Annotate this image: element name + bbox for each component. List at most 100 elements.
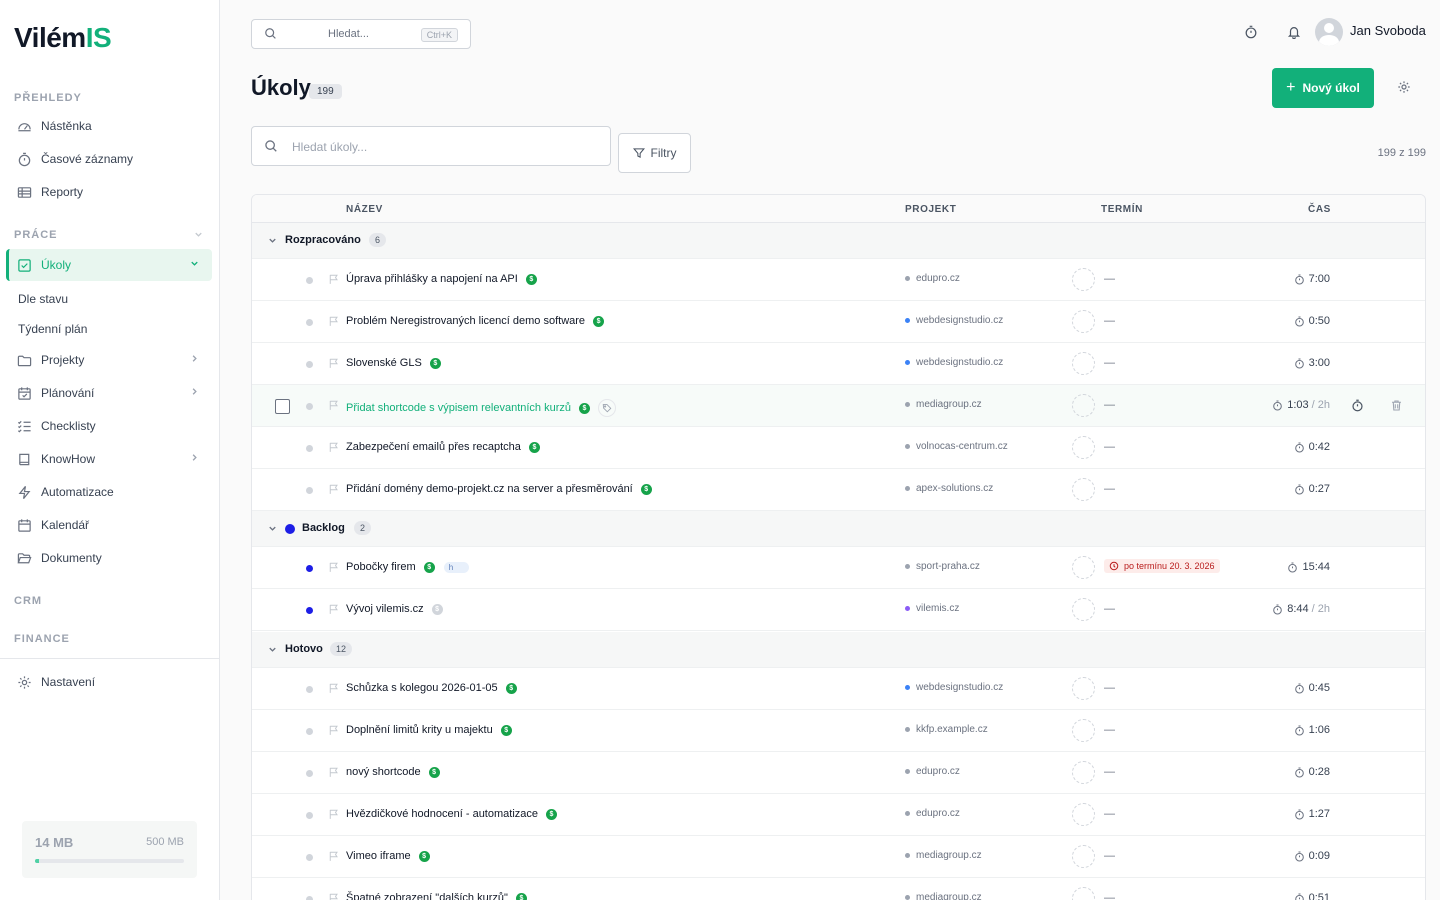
time-cell[interactable]: 1:03/ 2h xyxy=(1272,399,1330,411)
deadline-empty[interactable]: — xyxy=(1104,441,1115,453)
row-checkbox[interactable] xyxy=(275,399,290,414)
group-header[interactable]: Hotovo 12 xyxy=(252,632,1425,668)
sidebar-subitem-dle-stavu[interactable]: Dle stavu xyxy=(18,292,68,306)
sidebar-item-casove-zaznamy[interactable]: Časové záznamy xyxy=(6,143,212,175)
deadline-empty[interactable]: — xyxy=(1104,892,1115,900)
chevron-down-icon[interactable] xyxy=(267,235,278,249)
time-cell[interactable]: 1:27 xyxy=(1294,808,1330,820)
flag-icon[interactable] xyxy=(328,483,340,498)
deadline-empty[interactable]: — xyxy=(1104,603,1115,615)
bell-icon[interactable] xyxy=(1287,25,1303,41)
table-row[interactable]: Vývoj vilemis.cz $ vilemis.cz — 8:44/ 2h xyxy=(252,589,1425,631)
task-name[interactable]: Schůzka s kolegou 2026-01-05 $ xyxy=(346,682,517,694)
time-cell[interactable]: 1:06 xyxy=(1294,724,1330,736)
table-row[interactable]: Doplnění limitů krity u majektu $ kkfp.exa… xyxy=(252,710,1425,752)
deadline-empty[interactable]: — xyxy=(1104,399,1115,411)
deadline-empty[interactable]: — xyxy=(1104,766,1115,778)
flag-icon[interactable] xyxy=(328,357,340,372)
flag-icon[interactable] xyxy=(328,850,340,865)
project-cell[interactable]: mediagroup.cz xyxy=(905,850,982,861)
flag-icon[interactable] xyxy=(328,766,340,781)
section-title-crm[interactable]: CRM xyxy=(14,595,42,607)
time-cell[interactable]: 0:09 xyxy=(1294,850,1330,862)
trash-icon[interactable] xyxy=(1390,399,1403,415)
flag-icon[interactable] xyxy=(328,682,340,697)
assignee-placeholder[interactable] xyxy=(1072,887,1095,900)
flag-icon[interactable] xyxy=(328,399,340,414)
project-cell[interactable]: volnocas-centrum.cz xyxy=(905,441,1008,452)
table-row[interactable]: Schůzka s kolegou 2026-01-05 $ webdesignst… xyxy=(252,668,1425,710)
section-collapse-chevron-icon[interactable] xyxy=(193,229,204,243)
overdue-deadline-badge[interactable]: po termínu 20. 3. 2026 xyxy=(1104,559,1220,573)
project-cell[interactable]: webdesignstudio.cz xyxy=(905,682,1003,693)
assignee-placeholder[interactable] xyxy=(1072,478,1095,501)
table-row[interactable]: Úprava přihlášky a napojení na API $ edupr… xyxy=(252,259,1425,301)
time-cell[interactable]: 0:50 xyxy=(1294,315,1330,327)
task-name[interactable]: Zabezpečení emailů přes recaptcha $ xyxy=(346,441,540,453)
group-header[interactable]: Backlog 2 xyxy=(252,511,1425,547)
task-name[interactable]: Hvězdičkové hodnocení - automatizace $ xyxy=(346,808,557,820)
assignee-placeholder[interactable] xyxy=(1072,845,1095,868)
settings-gear-icon[interactable] xyxy=(1397,80,1413,96)
table-row[interactable]: Slovenské GLS $ webdesignstudio.cz — 3:00 xyxy=(252,343,1425,385)
task-name[interactable]: Přidat shortcode s výpisem relevantních … xyxy=(346,399,616,417)
deadline-empty[interactable]: — xyxy=(1104,682,1115,694)
chevron-down-icon[interactable] xyxy=(267,644,278,658)
flag-icon[interactable] xyxy=(328,561,340,576)
project-cell[interactable]: edupro.cz xyxy=(905,808,960,819)
new-task-button[interactable]: + Nový úkol xyxy=(1272,68,1374,108)
project-cell[interactable]: vilemis.cz xyxy=(905,603,959,614)
app-logo[interactable]: VilémIS xyxy=(14,22,112,54)
sidebar-item-checklisty[interactable]: Checklisty xyxy=(6,410,212,442)
deadline-empty[interactable]: — xyxy=(1104,357,1115,369)
sidebar-item-planovani[interactable]: Plánování xyxy=(6,377,212,409)
project-cell[interactable]: edupro.cz xyxy=(905,766,960,777)
deadline-empty[interactable]: — xyxy=(1104,850,1115,862)
time-cell[interactable]: 0:51 xyxy=(1294,892,1330,900)
table-row[interactable]: Přidání domény demo-projekt.cz na server… xyxy=(252,469,1425,511)
column-header-deadline[interactable]: TERMÍN xyxy=(1101,204,1143,215)
task-name[interactable]: Doplnění limitů krity u majektu $ xyxy=(346,724,512,736)
project-cell[interactable]: webdesignstudio.cz xyxy=(905,357,1003,368)
time-cell[interactable]: 0:27 xyxy=(1294,483,1330,495)
sidebar-item-kalendar[interactable]: Kalendář xyxy=(6,509,212,541)
column-header-name[interactable]: NÁZEV xyxy=(346,204,383,215)
flag-icon[interactable] xyxy=(328,892,340,900)
project-cell[interactable]: apex-solutions.cz xyxy=(905,483,993,494)
assignee-placeholder[interactable] xyxy=(1072,803,1095,826)
task-name[interactable]: Špatné zobrazení "dalších kurzů" $ xyxy=(346,892,527,900)
project-cell[interactable]: sport-praha.cz xyxy=(905,561,980,572)
sidebar-item-dokumenty[interactable]: Dokumenty xyxy=(6,542,212,574)
column-header-project[interactable]: PROJEKT xyxy=(905,204,956,215)
project-cell[interactable]: webdesignstudio.cz xyxy=(905,315,1003,326)
user-name[interactable]: Jan Svoboda xyxy=(1350,23,1426,38)
sidebar-item-projekty[interactable]: Projekty xyxy=(6,344,212,376)
task-name[interactable]: Slovenské GLS $ xyxy=(346,357,441,369)
deadline-empty[interactable]: — xyxy=(1104,808,1115,820)
chevron-down-icon[interactable] xyxy=(267,523,278,537)
assignee-placeholder[interactable] xyxy=(1072,352,1095,375)
table-row[interactable]: Vimeo iframe $ mediagroup.cz — 0:09 xyxy=(252,836,1425,878)
assignee-placeholder[interactable] xyxy=(1072,556,1095,579)
project-cell[interactable]: mediagroup.cz xyxy=(905,892,982,900)
project-cell[interactable]: mediagroup.cz xyxy=(905,399,982,410)
sidebar-item-knowhow[interactable]: KnowHow xyxy=(6,443,212,475)
user-avatar[interactable] xyxy=(1315,18,1343,46)
time-cell[interactable]: 8:44/ 2h xyxy=(1272,603,1330,615)
task-name[interactable]: Přidání domény demo-projekt.cz na server… xyxy=(346,483,652,495)
assignee-placeholder[interactable] xyxy=(1072,598,1095,621)
time-cell[interactable]: 15:44 xyxy=(1287,561,1330,573)
table-row[interactable]: Hvězdičkové hodnocení - automatizace $ edu… xyxy=(252,794,1425,836)
table-row[interactable]: nový shortcode $ edupro.cz — 0:28 xyxy=(252,752,1425,794)
deadline-empty[interactable]: — xyxy=(1104,273,1115,285)
sidebar-item-automatizace[interactable]: Automatizace xyxy=(6,476,212,508)
sidebar-subitem-tydenni-plan[interactable]: Týdenní plán xyxy=(18,322,87,336)
tag-icon[interactable] xyxy=(598,399,616,417)
table-row[interactable]: Špatné zobrazení "dalších kurzů" $ mediagr… xyxy=(252,878,1425,900)
time-cell[interactable]: 3:00 xyxy=(1294,357,1330,369)
flag-icon[interactable] xyxy=(328,808,340,823)
task-search-input[interactable]: Hledat úkoly... xyxy=(251,126,611,166)
assignee-placeholder[interactable] xyxy=(1072,761,1095,784)
assignee-placeholder[interactable] xyxy=(1072,310,1095,333)
task-name[interactable]: Vimeo iframe $ xyxy=(346,850,430,862)
